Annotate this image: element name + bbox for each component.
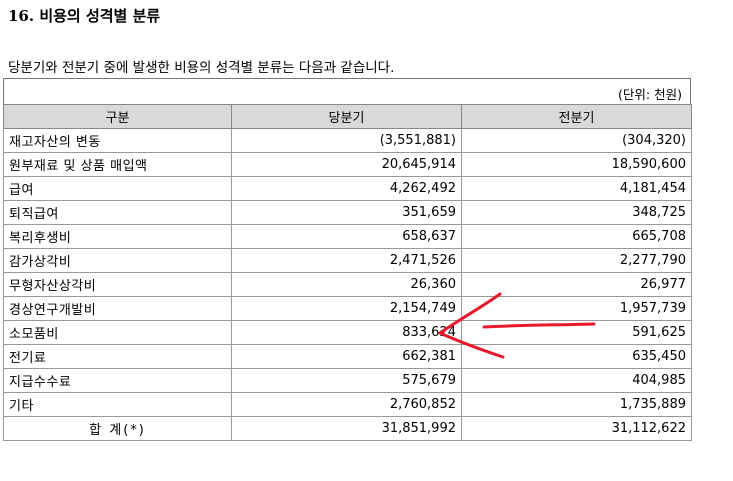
header-category: 구분 bbox=[3, 104, 232, 129]
previous-value: 1,957,739 bbox=[461, 296, 692, 321]
expense-table: 구분 당분기 전분기 재고자산의 변동 (3,551,881) (304,320) … bbox=[3, 104, 692, 441]
current-value: 26,360 bbox=[231, 272, 462, 297]
current-value: 658,637 bbox=[231, 224, 462, 249]
row-label: 기타 bbox=[3, 392, 232, 417]
previous-value: 18,590,600 bbox=[461, 152, 692, 177]
header-current-quarter: 당분기 bbox=[231, 104, 462, 129]
table-row: 지급수수료 575,679 404,985 bbox=[3, 368, 692, 393]
previous-value: 348,725 bbox=[461, 200, 692, 225]
previous-value: (304,320) bbox=[461, 128, 692, 153]
previous-value: 2,277,790 bbox=[461, 248, 692, 273]
previous-value: 26,977 bbox=[461, 272, 692, 297]
header-row: 구분 당분기 전분기 bbox=[3, 104, 692, 129]
intro-text: 당분기와 전분기 중에 발생한 비용의 성격별 분류는 다음과 같습니다. bbox=[8, 60, 395, 76]
current-value: (3,551,881) bbox=[231, 128, 462, 153]
row-label: 소모품비 bbox=[3, 320, 232, 345]
table-row: 급여 4,262,492 4,181,454 bbox=[3, 176, 692, 201]
previous-value: 635,450 bbox=[461, 344, 692, 369]
previous-value: 4,181,454 bbox=[461, 176, 692, 201]
table-row: 전기료 662,381 635,450 bbox=[3, 344, 692, 369]
table-row: 복리후생비 658,637 665,708 bbox=[3, 224, 692, 249]
row-label: 재고자산의 변동 bbox=[3, 128, 232, 153]
current-value: 575,679 bbox=[231, 368, 462, 393]
section-title: 16. 비용의 성격별 분류 bbox=[8, 7, 161, 25]
table-row: 감가상각비 2,471,526 2,277,790 bbox=[3, 248, 692, 273]
current-value: 833,624 bbox=[231, 320, 462, 345]
row-label: 감가상각비 bbox=[3, 248, 232, 273]
table-row: 퇴직급여 351,659 348,725 bbox=[3, 200, 692, 225]
row-label: 원부재료 및 상품 매입액 bbox=[3, 152, 232, 177]
current-value: 2,154,749 bbox=[231, 296, 462, 321]
table-row: 원부재료 및 상품 매입액 20,645,914 18,590,600 bbox=[3, 152, 692, 177]
row-label: 경상연구개발비 bbox=[3, 296, 232, 321]
current-value: 2,760,852 bbox=[231, 392, 462, 417]
current-value: 662,381 bbox=[231, 344, 462, 369]
row-label: 지급수수료 bbox=[3, 368, 232, 393]
previous-value: 665,708 bbox=[461, 224, 692, 249]
total-current-value: 31,851,992 bbox=[231, 416, 462, 441]
current-value: 20,645,914 bbox=[231, 152, 462, 177]
current-value: 351,659 bbox=[231, 200, 462, 225]
total-previous-value: 31,112,622 bbox=[461, 416, 692, 441]
table-row: 재고자산의 변동 (3,551,881) (304,320) bbox=[3, 128, 692, 153]
table-row: 무형자산상각비 26,360 26,977 bbox=[3, 272, 692, 297]
unit-label: (단위: 천원) bbox=[618, 87, 682, 102]
unit-row: (단위: 천원) bbox=[3, 78, 691, 104]
previous-value: 591,625 bbox=[461, 320, 692, 345]
table-row: 기타 2,760,852 1,735,889 bbox=[3, 392, 692, 417]
row-label: 전기료 bbox=[3, 344, 232, 369]
header-previous-quarter: 전분기 bbox=[461, 104, 692, 129]
total-row: 합 계(*) 31,851,992 31,112,622 bbox=[3, 416, 692, 441]
row-label: 퇴직급여 bbox=[3, 200, 232, 225]
previous-value: 404,985 bbox=[461, 368, 692, 393]
current-value: 4,262,492 bbox=[231, 176, 462, 201]
table-row: 소모품비 833,624 591,625 bbox=[3, 320, 692, 345]
table-row: 경상연구개발비 2,154,749 1,957,739 bbox=[3, 296, 692, 321]
current-value: 2,471,526 bbox=[231, 248, 462, 273]
row-label: 무형자산상각비 bbox=[3, 272, 232, 297]
row-label: 복리후생비 bbox=[3, 224, 232, 249]
previous-value: 1,735,889 bbox=[461, 392, 692, 417]
total-label: 합 계(*) bbox=[3, 416, 232, 441]
row-label: 급여 bbox=[3, 176, 232, 201]
